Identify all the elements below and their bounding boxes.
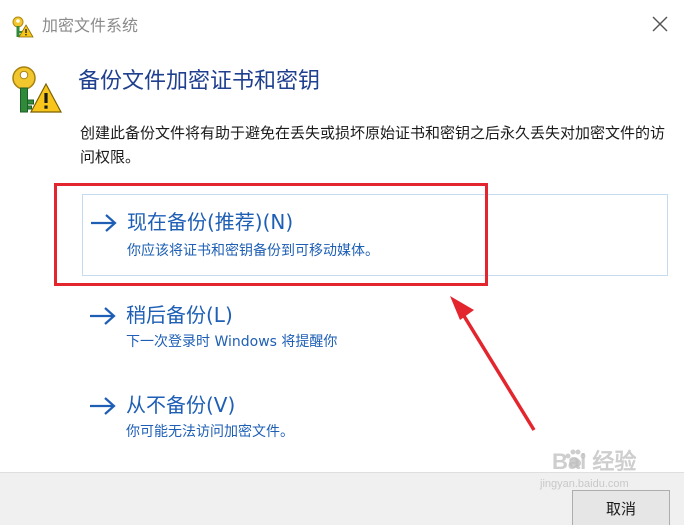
description-text: 创建此备份文件将有助于避免在丢失或损坏原始证书和密钥之后永久丢失对加密文件的访问… [80,124,666,166]
option-description: 下一次登录时 Windows 将提醒你 [126,334,338,350]
dialog-footer: 取消 [0,472,684,525]
backup-now-option[interactable]: 现在备份(推荐)(N) 你应该将证书和密钥备份到可移动媒体。 [82,194,668,276]
close-button[interactable] [640,8,680,44]
never-backup-option[interactable]: 从不备份(V) 你可能无法访问加密文件。 [82,384,668,454]
arrow-right-icon [88,394,118,418]
option-description: 你应该将证书和密钥备份到可移动媒体。 [127,243,379,259]
option-title: 稍后备份(L) [126,303,233,327]
title-bar: 加密文件系统 [0,0,684,52]
efs-key-icon [10,15,34,39]
backup-later-option[interactable]: 稍后备份(L) 下一次登录时 Windows 将提醒你 [82,294,668,364]
window-title: 加密文件系统 [42,16,139,35]
close-icon [651,15,669,37]
key-warning-icon [8,62,63,116]
option-title: 现在备份(推荐)(N) [127,210,294,234]
option-title: 从不备份(V) [126,393,236,417]
option-description: 你可能无法访问加密文件。 [126,424,294,440]
arrow-right-icon [89,211,119,235]
page-title: 备份文件加密证书和密钥 [78,69,321,94]
arrow-right-icon [88,304,118,328]
cancel-button[interactable]: 取消 [572,490,670,525]
